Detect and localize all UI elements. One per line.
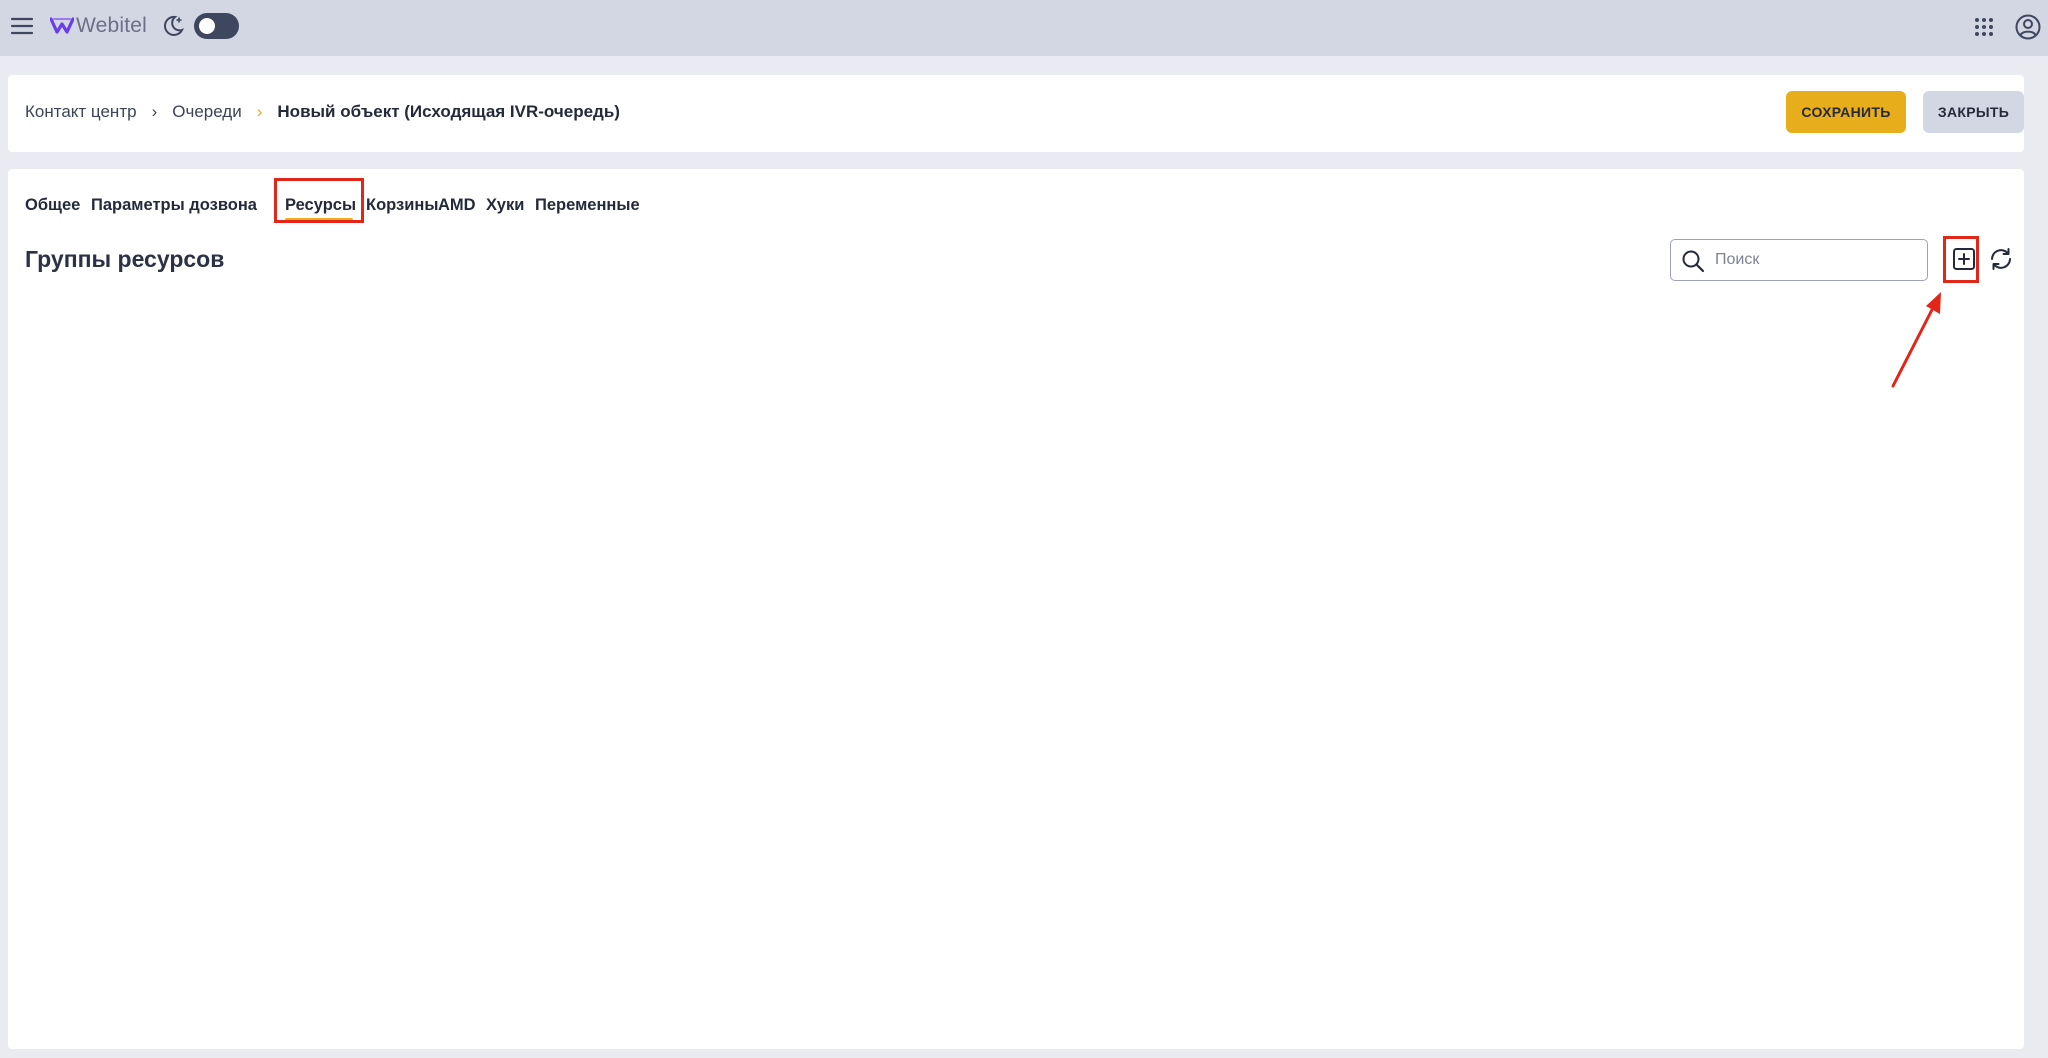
search-input[interactable] — [1715, 241, 1920, 279]
webitel-logo-icon — [50, 17, 74, 34]
annotation-highlight-box — [274, 178, 364, 223]
breadcrumb: Контакт центр › Очереди › Новый объект (… — [25, 102, 620, 122]
add-icon[interactable] — [1952, 247, 1976, 271]
main-panel: Общее Параметры дозвона Ресурсы Корзины … — [8, 169, 2024, 1049]
breadcrumb-queues[interactable]: Очереди — [172, 102, 242, 122]
tab-general[interactable]: Общее — [25, 189, 80, 221]
user-account-icon[interactable] — [2014, 13, 2042, 41]
tab-buckets[interactable]: Корзины — [366, 189, 438, 221]
logo-text: Webitel — [76, 14, 148, 37]
refresh-icon[interactable] — [1988, 246, 2014, 272]
annotation-arrow-icon — [1891, 292, 1941, 388]
search-icon — [1682, 250, 1705, 273]
breadcrumb-contact-center[interactable]: Контакт центр — [25, 102, 137, 122]
save-button[interactable]: СОХРАНИТЬ — [1786, 91, 1906, 133]
breadcrumb-current: Новый объект (Исходящая IVR-очередь) — [277, 102, 620, 121]
tab-dialing-parameters[interactable]: Параметры дозвона — [91, 189, 257, 221]
webitel-logo[interactable]: Webitel — [50, 13, 147, 39]
section-title: Группы ресурсов — [25, 246, 225, 272]
tab-amd[interactable]: AMD — [438, 189, 476, 221]
search-box[interactable] — [1670, 239, 1928, 281]
breadcrumb-chevron-icon: › — [151, 102, 158, 121]
top-bar: Webitel — [0, 0, 2048, 56]
tab-hooks[interactable]: Хуки — [486, 189, 524, 221]
hamburger-menu-icon[interactable] — [10, 14, 34, 38]
dark-mode-toggle[interactable] — [194, 13, 239, 39]
tab-variables[interactable]: Переменные — [535, 189, 640, 221]
toggle-knob — [199, 18, 215, 34]
close-button[interactable]: ЗАКРЫТЬ — [1923, 91, 2024, 133]
breadcrumb-chevron-icon: › — [256, 102, 263, 121]
header-panel: Контакт центр › Очереди › Новый объект (… — [8, 75, 2024, 152]
moon-icon — [163, 15, 184, 36]
apps-grid-icon[interactable] — [1972, 15, 1996, 39]
